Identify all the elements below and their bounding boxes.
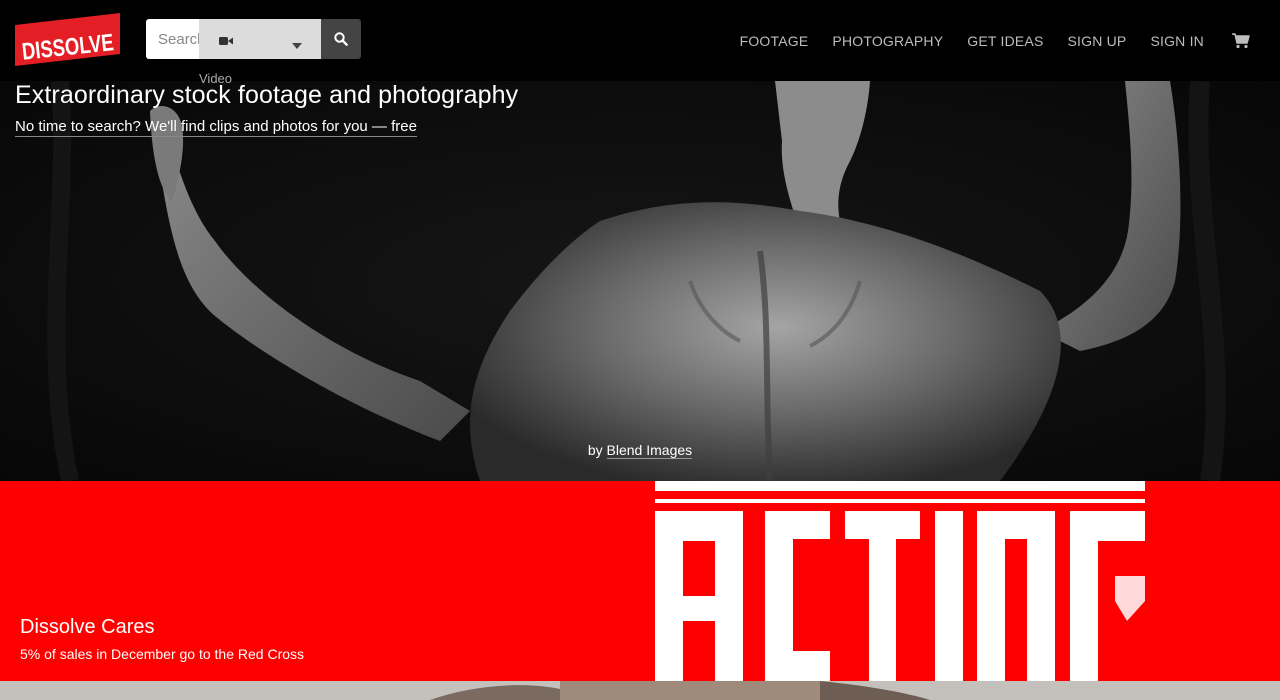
header: DISSOLVE Video FOOTAGE PHOTOGRAPHY GET I… bbox=[0, 0, 1280, 86]
promo-text: 5% of sales in December go to the Red Cr… bbox=[20, 646, 305, 662]
nav-sign-up[interactable]: SIGN UP bbox=[1068, 33, 1127, 49]
dissolve-logo[interactable]: DISSOLVE bbox=[15, 13, 120, 66]
search-input[interactable] bbox=[146, 19, 199, 59]
nav-get-ideas[interactable]: GET IDEAS bbox=[967, 33, 1043, 49]
media-type-select[interactable] bbox=[199, 19, 321, 59]
credit-author-link[interactable]: Blend Images bbox=[606, 442, 693, 459]
hero-title: Extraordinary stock footage and photogra… bbox=[15, 81, 519, 109]
photo-credit: by Blend Images bbox=[0, 442, 1280, 459]
caret-down-icon bbox=[292, 36, 302, 54]
media-type-label: Video bbox=[199, 71, 233, 86]
hero-banner: Extraordinary stock footage and photogra… bbox=[0, 81, 1280, 481]
nav-photography[interactable]: PHOTOGRAPHY bbox=[832, 33, 943, 49]
promo-title: Dissolve Cares bbox=[20, 616, 155, 638]
hero-subtitle-link[interactable]: No time to search? We'll find clips and … bbox=[15, 118, 417, 137]
nav-footage[interactable]: FOOTAGE bbox=[740, 33, 809, 49]
search-button[interactable] bbox=[321, 19, 361, 59]
next-section-image bbox=[0, 681, 1280, 700]
credit-prefix: by bbox=[587, 442, 603, 458]
video-camera-icon bbox=[219, 33, 233, 51]
action-artwork bbox=[655, 481, 1145, 681]
shopping-cart-icon[interactable] bbox=[1232, 32, 1250, 49]
promo-banner[interactable]: Dissolve Cares 5% of sales in December g… bbox=[0, 481, 1280, 681]
search-icon bbox=[334, 32, 348, 46]
nav-sign-in[interactable]: SIGN IN bbox=[1150, 33, 1204, 49]
main-nav: FOOTAGE PHOTOGRAPHY GET IDEAS SIGN UP SI… bbox=[716, 0, 1250, 81]
hero-image bbox=[0, 81, 1280, 481]
